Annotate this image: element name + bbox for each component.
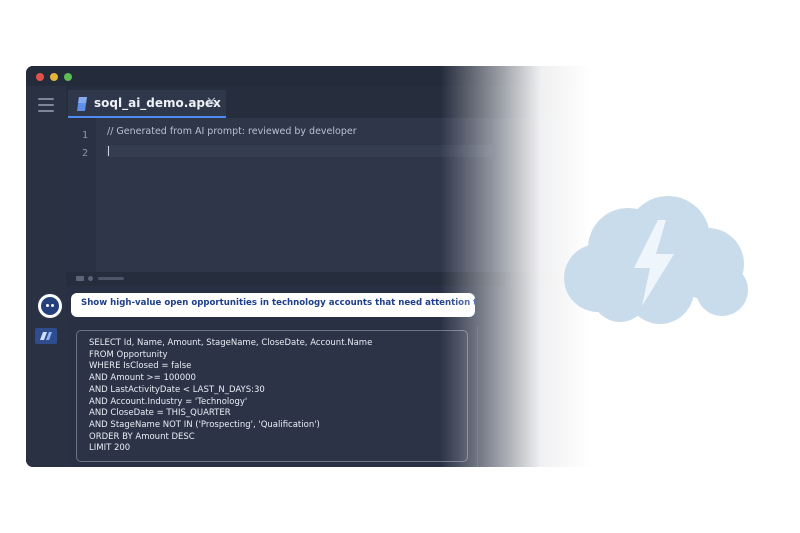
query-line: LIMIT 200 <box>89 443 131 454</box>
query-line: FROM Opportunity <box>89 349 168 360</box>
tab-label: soql_ai_demo.apex <box>94 96 221 110</box>
bolt-badge-icon[interactable] <box>35 328 57 344</box>
query-line: ORDER BY Amount DESC <box>89 431 195 442</box>
line-number: 2 <box>81 148 88 159</box>
cloud-lightning-logo <box>550 190 760 330</box>
query-line: AND StageName NOT IN ('Prospecting', 'Qu… <box>89 419 320 430</box>
apex-file-icon <box>76 96 88 111</box>
ai-prompt-bubble: Show high-value open opportunities in te… <box>71 293 475 317</box>
activity-bar <box>26 86 66 467</box>
maximize-window-button[interactable] <box>64 73 72 81</box>
query-line: SELECT Id, Name, Amount, StageName, Clos… <box>89 338 373 348</box>
minimize-window-button[interactable] <box>50 73 58 81</box>
hamburger-menu-icon[interactable] <box>38 98 54 112</box>
close-window-button[interactable] <box>36 73 44 81</box>
line-number: 1 <box>81 130 88 141</box>
query-line: AND Amount >= 100000 <box>89 373 196 384</box>
close-icon[interactable]: ✕ <box>206 95 217 111</box>
title-bar <box>26 66 800 86</box>
query-line: AND Account.Industry = 'Technology' <box>89 396 248 407</box>
panel-scroll-handle[interactable] <box>98 277 124 280</box>
query-line: WHERE IsClosed = false <box>89 361 192 372</box>
generated-query-box[interactable]: SELECT Id, Name, Amount, StageName, Clos… <box>76 330 468 462</box>
query-line: AND CloseDate = THIS_QUARTER <box>89 408 231 419</box>
tab-soql-ai-demo[interactable]: soql_ai_demo.apex ✕ <box>68 90 226 118</box>
bot-avatar-icon <box>38 294 62 318</box>
current-line-highlight[interactable] <box>106 145 492 157</box>
tab-bar: soql_ai_demo.apex ✕ <box>66 86 800 118</box>
bot-face <box>41 297 59 315</box>
text-caret <box>108 146 109 156</box>
panel-divider <box>477 326 478 467</box>
panel-toggle-icon[interactable] <box>76 276 84 281</box>
code-comment-line: // Generated from AI prompt: reviewed by… <box>107 126 357 137</box>
query-line: AND LastActivityDate < LAST_N_DAYS:30 <box>89 384 265 395</box>
panel-status-dot <box>88 276 93 281</box>
line-number-gutter: 1 2 <box>66 118 96 272</box>
